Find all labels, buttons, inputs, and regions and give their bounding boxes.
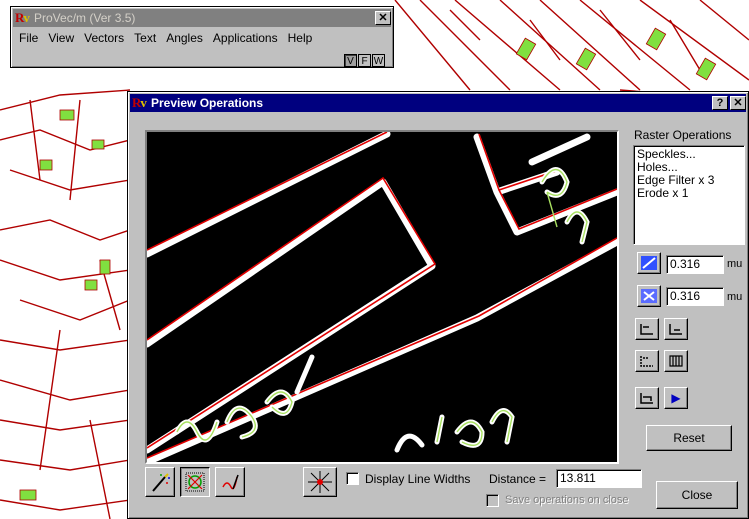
view-toggle-f[interactable]: F	[358, 54, 371, 67]
save-on-close-label: Save operations on close	[505, 494, 629, 506]
app-title: ProVec/m (Ver 3.5)	[34, 11, 136, 25]
view-toggle-v[interactable]: V	[344, 54, 357, 67]
display-line-widths-label: Display Line Widths	[365, 472, 471, 486]
distance-value: 13.811	[560, 471, 596, 485]
vector-snap-button[interactable]	[180, 467, 210, 497]
pen-icon	[222, 474, 239, 490]
raster-fill-alt-icon	[641, 289, 657, 303]
close-button[interactable]: Close	[656, 481, 738, 509]
display-line-widths-checkbox[interactable]	[346, 472, 359, 485]
app-window: Rv ProVec/m (Ver 3.5) ✕ File View Vector…	[10, 6, 394, 68]
line-right-icon	[669, 324, 682, 335]
corner-hatched-icon	[669, 355, 683, 367]
preview-canvas[interactable]	[143, 130, 621, 466]
line-left-icon	[640, 324, 653, 335]
raster-ops-label: Raster Operations	[634, 128, 732, 142]
op-button-5[interactable]	[635, 387, 659, 409]
close-label: Close	[681, 488, 713, 502]
raster-fill-button[interactable]	[637, 252, 661, 274]
dialog-help-button[interactable]: ?	[712, 96, 728, 110]
raster-ops-list[interactable]: Speckles... Holes... Edge Filter x 3 Ero…	[633, 145, 745, 245]
play-icon: ▶	[671, 391, 681, 405]
menu-view[interactable]: View	[43, 29, 79, 47]
view-toggle-group: V F W	[344, 54, 385, 67]
distance-field[interactable]: 13.811	[556, 469, 642, 488]
app-close-button[interactable]: ✕	[375, 11, 391, 25]
provec-logo-icon: Rv	[15, 10, 30, 25]
op-button-3[interactable]	[635, 350, 659, 372]
dialog-title: Preview Operations	[151, 96, 264, 110]
value2-text: 0.316	[670, 289, 701, 303]
value1-text: 0.316	[670, 257, 701, 271]
menu-applications[interactable]: Applications	[208, 29, 283, 47]
menu-help[interactable]: Help	[283, 29, 318, 47]
view-toggle-w[interactable]: W	[372, 54, 385, 67]
op-button-1[interactable]	[635, 318, 659, 340]
raster-fill-icon	[641, 256, 657, 270]
corner-dotted-icon	[640, 356, 653, 367]
magic-wand-button[interactable]	[145, 467, 175, 497]
value2-field[interactable]: 0.316	[666, 287, 724, 306]
save-on-close-checkbox[interactable]	[486, 494, 499, 507]
vector-snap-icon	[185, 472, 205, 492]
preview-raster[interactable]	[143, 130, 621, 466]
crosshair-icon	[308, 471, 332, 493]
reset-button[interactable]: Reset	[646, 425, 732, 451]
provec-logo-icon: Rv	[132, 95, 147, 110]
pen-button[interactable]	[215, 467, 245, 497]
dialog-close-button[interactable]: ✕	[730, 96, 746, 110]
crosshair-button[interactable]	[303, 467, 337, 497]
corner-step-icon	[640, 393, 653, 404]
op-button-2[interactable]	[664, 318, 688, 340]
menu-angles[interactable]: Angles	[161, 29, 208, 47]
dialog-titlebar[interactable]: Rv Preview Operations ? ✕	[130, 94, 746, 112]
menubar: File View Vectors Text Angles Applicatio…	[14, 29, 390, 47]
menu-text[interactable]: Text	[129, 29, 161, 47]
distance-label: Distance =	[489, 472, 547, 486]
raster-fill-alt-button[interactable]	[637, 285, 661, 307]
op-button-4[interactable]	[664, 350, 688, 372]
raster-op-item[interactable]: Erode x 1	[634, 187, 744, 200]
value1-field[interactable]: 0.316	[666, 255, 724, 274]
menu-file[interactable]: File	[14, 29, 43, 47]
reset-label: Reset	[673, 431, 705, 445]
menu-vectors[interactable]: Vectors	[79, 29, 129, 47]
unit2-label: mu	[727, 291, 743, 303]
play-button[interactable]: ▶	[664, 387, 688, 409]
magic-wand-icon	[152, 473, 170, 492]
app-titlebar[interactable]: Rv ProVec/m (Ver 3.5) ✕	[13, 9, 391, 27]
unit1-label: mu	[727, 258, 743, 270]
